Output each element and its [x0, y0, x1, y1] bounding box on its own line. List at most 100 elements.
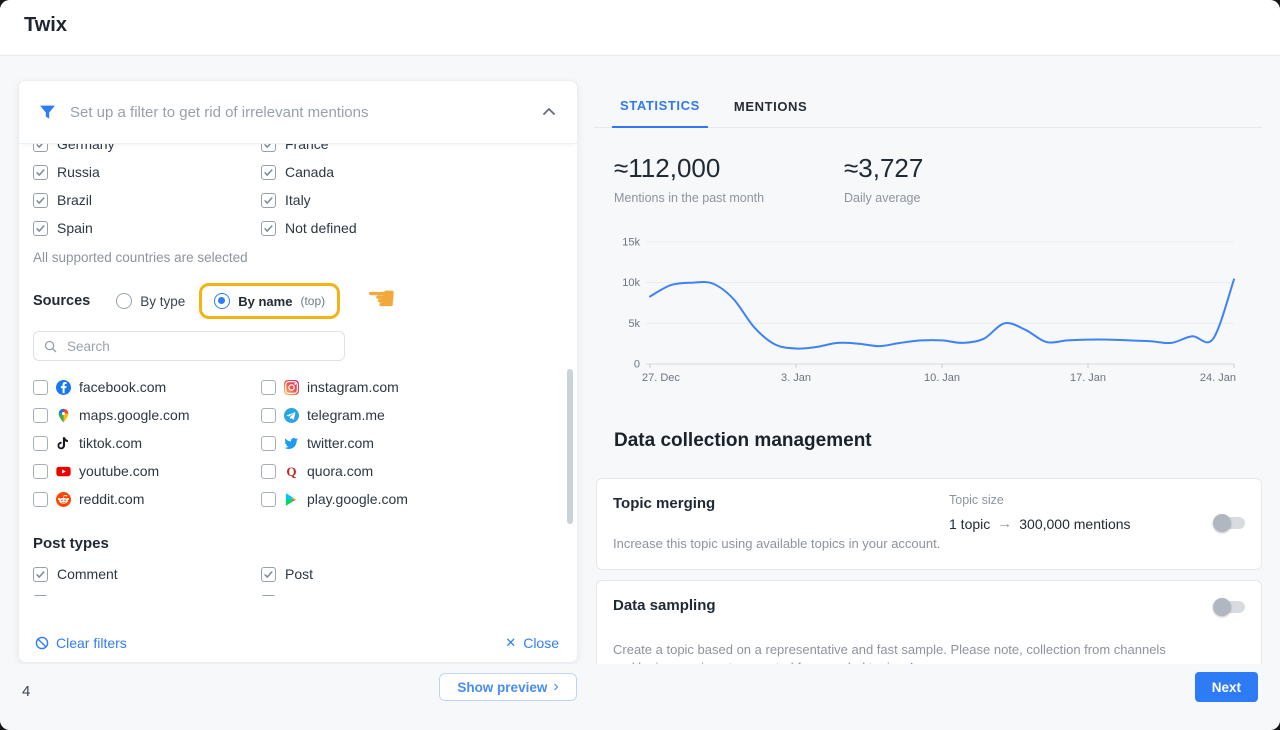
check-icon: [35, 569, 46, 580]
country-item[interactable]: Not defined: [261, 214, 357, 242]
checkbox-unchecked[interactable]: [261, 464, 276, 479]
tiktok-icon: [56, 436, 71, 451]
check-icon: [263, 195, 274, 206]
facebook-icon: [56, 380, 71, 395]
bottom-bar: [0, 664, 1280, 730]
site-item[interactable]: play.google.com: [261, 485, 408, 513]
search-input[interactable]: [65, 338, 344, 355]
svg-text:24. Jan: 24. Jan: [1200, 372, 1236, 384]
post-type-item[interactable]: Extended repost: [261, 588, 387, 596]
site-item[interactable]: reddit.com: [33, 485, 261, 513]
filter-panel: Set up a filter to get rid of irrelevant…: [18, 80, 578, 663]
close-button[interactable]: ✕ Close: [505, 635, 559, 651]
radio-selected-icon[interactable]: [214, 293, 230, 309]
checkbox-unchecked[interactable]: [261, 492, 276, 507]
checkbox-unchecked[interactable]: [33, 408, 48, 423]
checkbox-checked[interactable]: [33, 144, 48, 152]
topic-merging-description: Increase this topic using available topi…: [613, 535, 940, 553]
instagram-icon: [284, 380, 299, 395]
checkbox-checked[interactable]: [33, 567, 48, 582]
post-type-item[interactable]: Repost: [33, 588, 261, 596]
sources-search[interactable]: [33, 331, 345, 361]
country-label: Italy: [285, 192, 311, 208]
checkbox-unchecked[interactable]: [33, 380, 48, 395]
checkbox-unchecked[interactable]: [261, 408, 276, 423]
tab-statistics[interactable]: STATISTICS: [612, 98, 708, 128]
countries-row: Brazil Italy: [19, 186, 577, 214]
app-window: Twix Set up a filter to get rid of irrel…: [0, 0, 1280, 730]
site-item[interactable]: youtube.com: [33, 457, 261, 485]
stat-daily-average: ≈3,727 Daily average: [844, 153, 1074, 205]
post-types-title: Post types: [19, 535, 577, 552]
site-item[interactable]: Q quora.com: [261, 457, 373, 485]
radio-by-type[interactable]: By type: [116, 293, 185, 309]
topic-size-to: 300,000 mentions: [1019, 516, 1130, 532]
checkbox-checked[interactable]: [261, 144, 276, 152]
next-button[interactable]: Next: [1195, 672, 1258, 702]
country-item[interactable]: Spain: [33, 214, 261, 242]
radio-unselected-icon[interactable]: [116, 293, 132, 309]
check-icon: [35, 223, 46, 234]
checkbox-checked[interactable]: [261, 221, 276, 236]
reddit-icon: [56, 492, 71, 507]
post-type-label: Repost: [57, 594, 101, 596]
check-icon: [35, 195, 46, 206]
radio-by-name-label: By name: [238, 294, 292, 309]
svg-text:5k: 5k: [628, 318, 640, 330]
country-item[interactable]: Canada: [261, 158, 334, 186]
svg-text:Q: Q: [286, 464, 296, 479]
checkbox-checked[interactable]: [33, 221, 48, 236]
checkbox-checked[interactable]: [33, 165, 48, 180]
youtube-icon: [56, 464, 71, 479]
checkbox-checked[interactable]: [261, 567, 276, 582]
checkbox-checked[interactable]: [33, 193, 48, 208]
radio-by-type-label: By type: [140, 294, 185, 309]
clear-filters-label: Clear filters: [56, 635, 127, 651]
checkbox-unchecked[interactable]: [33, 464, 48, 479]
checkbox-checked[interactable]: [261, 595, 276, 597]
post-type-item[interactable]: Post: [261, 560, 313, 588]
countries-note: All supported countries are selected: [19, 250, 577, 265]
scrollbar-thumb[interactable]: [567, 369, 573, 524]
checkbox-checked[interactable]: [261, 165, 276, 180]
stat-daily-average-value: ≈3,727: [844, 153, 1074, 184]
radio-by-name-tag: (top): [300, 294, 325, 308]
checkbox-checked[interactable]: [261, 193, 276, 208]
country-item[interactable]: Germany: [33, 144, 261, 158]
checkbox-unchecked[interactable]: [261, 380, 276, 395]
sites-list: facebook.com instagram.com maps.google.c…: [19, 373, 577, 513]
chevron-up-icon[interactable]: [541, 104, 557, 120]
checkbox-unchecked[interactable]: [33, 492, 48, 507]
checkbox-unchecked[interactable]: [261, 436, 276, 451]
countries-row: Russia Canada: [19, 158, 577, 186]
filter-panel-header: Set up a filter to get rid of irrelevant…: [19, 81, 577, 144]
stats-row: ≈112,000 Mentions in the past month ≈3,7…: [614, 153, 1074, 205]
site-label: facebook.com: [79, 379, 166, 395]
clear-filters-button[interactable]: Clear filters: [35, 635, 127, 651]
checkbox-checked[interactable]: [33, 595, 48, 597]
country-item[interactable]: France: [261, 144, 329, 158]
google-play-icon: [284, 492, 299, 507]
topic-merging-title: Topic merging: [613, 495, 715, 512]
show-preview-button[interactable]: Show preview ›: [439, 673, 577, 701]
site-item[interactable]: tiktok.com: [33, 429, 261, 457]
site-item[interactable]: telegram.me: [261, 401, 385, 429]
site-label: telegram.me: [307, 407, 385, 423]
site-item[interactable]: twitter.com: [261, 429, 374, 457]
checkbox-unchecked[interactable]: [33, 436, 48, 451]
post-type-item[interactable]: Comment: [33, 560, 261, 588]
country-item[interactable]: Russia: [33, 158, 261, 186]
site-item[interactable]: facebook.com: [33, 373, 261, 401]
site-item[interactable]: instagram.com: [261, 373, 399, 401]
tab-mentions[interactable]: MENTIONS: [726, 99, 815, 127]
site-item[interactable]: maps.google.com: [33, 401, 261, 429]
data-sampling-toggle[interactable]: [1215, 601, 1245, 613]
country-label: Russia: [57, 164, 100, 180]
topic-merging-toggle[interactable]: [1215, 517, 1245, 529]
show-preview-label: Show preview: [457, 680, 547, 695]
top-bar: Twix: [0, 0, 1280, 56]
funnel-icon: [39, 104, 56, 121]
country-item[interactable]: Italy: [261, 186, 311, 214]
country-item[interactable]: Brazil: [33, 186, 261, 214]
check-icon: [263, 569, 274, 580]
